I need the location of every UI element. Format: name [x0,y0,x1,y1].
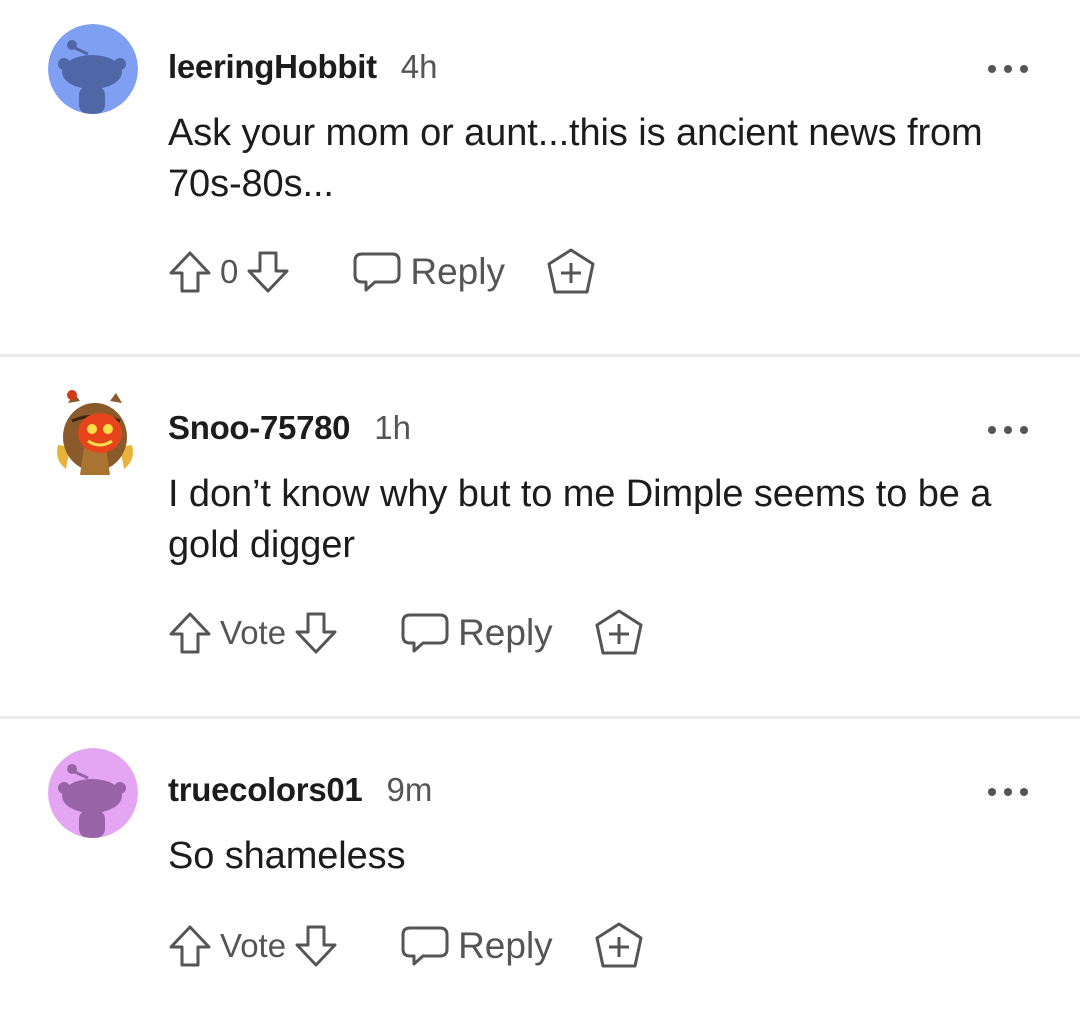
timestamp: 1h [374,409,411,446]
reply-icon [401,926,449,966]
reply-icon [401,613,449,653]
award-icon[interactable] [593,920,645,972]
vote-count: 0 [220,253,239,290]
reply-label: Reply [410,251,505,292]
reply-label: Reply [458,925,553,966]
user-avatar[interactable] [48,748,138,838]
comment-2: Snoo-75780 1h I don’t know why but to me… [0,357,1080,717]
downvote-icon[interactable] [292,921,340,971]
user-avatar[interactable] [50,385,140,475]
username[interactable]: leeringHobbit [168,48,377,86]
vote-label: Vote [220,927,287,964]
comment-meta: leeringHobbit 4h [168,48,437,92]
comment-meta: truecolors01 9m [168,771,432,815]
comment-body: Ask your mom or aunt...this is ancient n… [168,112,983,205]
comment-3: truecolors01 9m So shameless Vote Reply [0,719,1080,1012]
more-options-icon[interactable] [988,423,1028,437]
comment-meta: Snoo-75780 1h [168,409,411,453]
comment-body: So shameless [168,835,406,877]
more-options-icon[interactable] [988,62,1028,76]
timestamp: 4h [400,48,438,85]
downvote-icon[interactable] [244,247,292,297]
reply-button[interactable]: Reply [400,924,553,968]
username[interactable]: Snoo-75780 [168,409,351,447]
reply-icon [353,252,401,292]
comment-actions: Vote Reply [166,920,645,972]
username[interactable]: truecolors01 [168,771,363,809]
reply-button[interactable]: Reply [400,611,553,655]
timestamp: 9m [386,771,433,808]
comment-actions: 0 Reply [166,246,597,298]
upvote-icon[interactable] [166,921,214,971]
user-avatar[interactable] [48,24,138,114]
reply-button[interactable]: Reply [352,250,505,294]
comment-1: leeringHobbit 4h Ask your mom or aunt...… [0,0,1080,354]
award-icon[interactable] [593,607,645,659]
downvote-icon[interactable] [292,608,340,658]
upvote-icon[interactable] [166,247,214,297]
comment-actions: Vote Reply [166,607,645,659]
award-icon[interactable] [545,246,597,298]
upvote-icon[interactable] [166,608,214,658]
more-options-icon[interactable] [988,785,1028,799]
reply-label: Reply [458,612,553,653]
vote-label: Vote [220,614,287,651]
comment-body: I don’t know why but to me Dimple seems … [168,473,992,566]
